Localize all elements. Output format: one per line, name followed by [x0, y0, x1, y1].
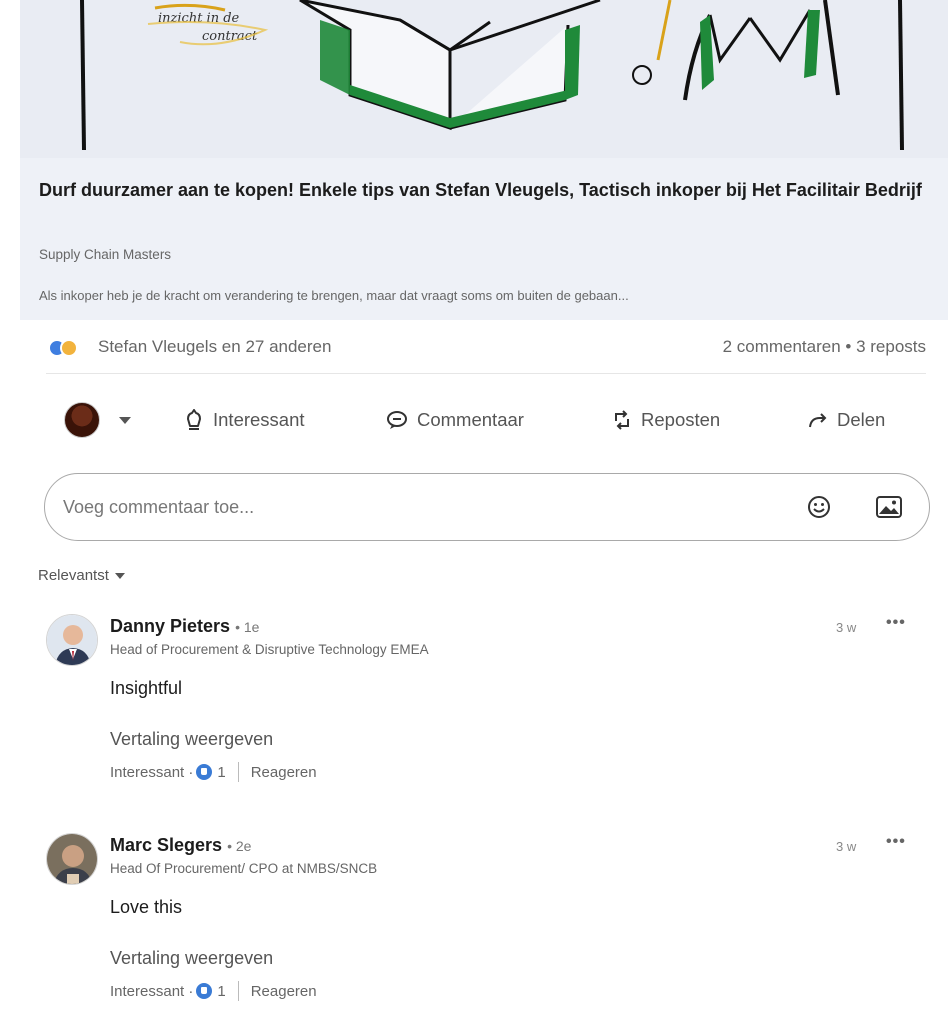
article-snippet: Als inkoper heb je de kracht om verander… [39, 288, 629, 303]
sort-label: Relevantst [38, 567, 109, 584]
comment-icon [387, 411, 407, 429]
comment-time: 3 w [836, 620, 857, 635]
article-source: Supply Chain Masters [39, 247, 172, 262]
repost-icon [615, 410, 629, 430]
comment-time: 3 w [836, 839, 857, 854]
comment-input[interactable] [63, 490, 763, 524]
avatar[interactable] [46, 614, 98, 666]
comment-button[interactable]: Commentaar [386, 398, 524, 442]
avatar [64, 402, 100, 438]
caret-down-icon [114, 572, 125, 579]
like-reaction-icon [196, 764, 213, 780]
emoji-icon[interactable] [807, 495, 831, 519]
show-translation-link[interactable]: Vertaling weergeven [110, 729, 273, 750]
reaction-icons[interactable] [48, 338, 78, 358]
comments-reposts-link[interactable]: 2 commentaren • 3 reposts [723, 337, 926, 357]
commenter-headline: Head Of Procurement/ CPO at NMBS/SNCB [110, 861, 378, 876]
article-image[interactable]: inzicht in de contract [20, 0, 948, 158]
identity-switcher[interactable] [64, 398, 131, 442]
show-translation-link[interactable]: Vertaling weergeven [110, 948, 273, 969]
more-options-button[interactable]: ••• [886, 833, 906, 851]
reply-button[interactable]: Reageren [251, 764, 317, 781]
divider [46, 373, 926, 374]
react-button[interactable]: Interessant · [110, 983, 193, 1000]
caret-down-icon [119, 416, 131, 424]
connection-degree: • 2e [227, 838, 252, 854]
more-options-button[interactable]: ••• [886, 614, 906, 632]
comment-meta: Interessant · 1 Reageren [110, 981, 317, 1001]
comment-label: Commentaar [417, 409, 524, 430]
social-counts: Stefan Vleugels en 27 anderen 2 commenta… [46, 336, 926, 364]
commenter-headline: Head of Procurement & Disruptive Technol… [110, 642, 429, 657]
share-label: Delen [837, 409, 886, 430]
divider [237, 981, 239, 1001]
reactors-link[interactable]: Stefan Vleugels en 27 anderen [98, 337, 331, 357]
connection-degree: • 1e [235, 619, 260, 635]
comment-text: Love this [110, 897, 183, 917]
commenter-name[interactable]: Danny Pieters • 1e [110, 616, 259, 637]
comment-meta: Interessant · 1 Reageren [110, 762, 317, 782]
reaction-count[interactable]: 1 [217, 764, 225, 781]
action-bar: Interessant Commentaar Reposten Delen [46, 398, 926, 442]
reaction-count[interactable]: 1 [217, 983, 225, 1000]
article-preview-card[interactable]: Durf duurzamer aan te kopen! Enkele tips… [20, 158, 948, 320]
interesting-label: Interessant [213, 409, 305, 430]
divider [237, 762, 239, 782]
lightbulb-icon [187, 409, 201, 430]
reply-button[interactable]: Reageren [251, 983, 317, 1000]
share-arrow-icon [809, 413, 827, 428]
comment-item: Danny Pieters • 1e Head of Procurement &… [46, 614, 926, 794]
commenter-name[interactable]: Marc Slegers • 2e [110, 835, 251, 856]
avatar[interactable] [46, 833, 98, 885]
comment-composer [44, 473, 930, 541]
image-icon[interactable] [876, 496, 902, 518]
react-button[interactable]: Interessant · [110, 764, 193, 781]
repost-button[interactable]: Reposten [612, 398, 720, 442]
repost-label: Reposten [641, 409, 721, 430]
share-button[interactable]: Delen [808, 398, 885, 442]
comment-text: Insightful [110, 678, 183, 698]
like-reaction-icon [196, 983, 213, 999]
article-title[interactable]: Durf duurzamer aan te kopen! Enkele tips… [39, 176, 929, 204]
comment-item: Marc Slegers • 2e Head Of Procurement/ C… [46, 833, 926, 1013]
insightful-reaction-icon [60, 339, 78, 357]
interesting-button[interactable]: Interessant [184, 398, 305, 442]
sort-dropdown[interactable]: Relevantst [38, 567, 125, 584]
